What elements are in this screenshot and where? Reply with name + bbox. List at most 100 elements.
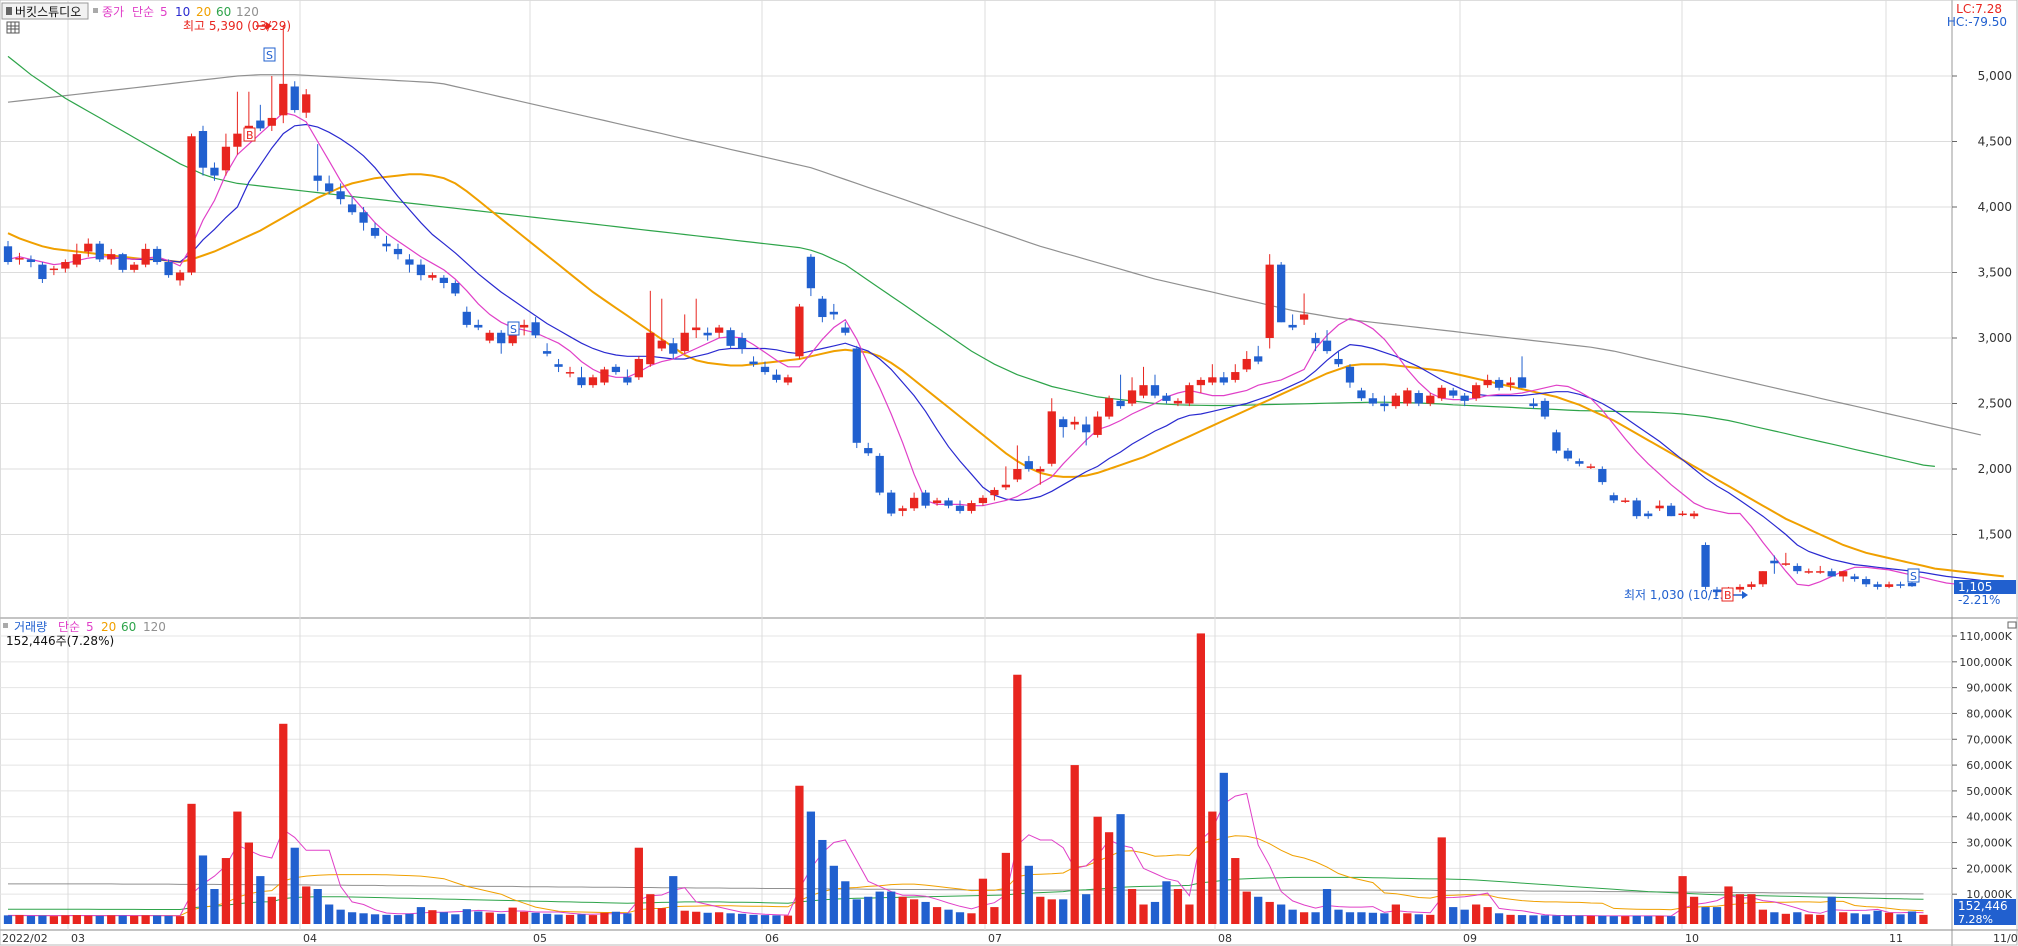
candle[interactable] (118, 252, 127, 273)
volume-bar[interactable] (497, 913, 506, 924)
volume-bar[interactable] (1793, 912, 1802, 924)
volume-bar[interactable] (279, 723, 288, 924)
volume-bar[interactable] (1196, 633, 1205, 924)
volume-bar[interactable] (84, 915, 93, 924)
volume-bar[interactable] (1689, 896, 1699, 924)
volume-bar[interactable] (1345, 912, 1355, 924)
volume-bar[interactable] (244, 842, 253, 924)
volume-bar[interactable] (795, 785, 804, 924)
volume-bar[interactable] (1563, 915, 1573, 924)
candle[interactable] (852, 345, 861, 449)
volume-bar[interactable] (95, 915, 104, 924)
sell-signal-icon[interactable]: S (1907, 568, 1920, 583)
sell-signal-icon[interactable]: S (263, 47, 276, 62)
volume-bar[interactable] (841, 881, 850, 924)
candle[interactable] (795, 303, 804, 359)
candle[interactable] (921, 489, 930, 509)
volume-bar[interactable] (405, 913, 414, 924)
volume-bar[interactable] (1735, 894, 1745, 924)
candle[interactable] (95, 241, 104, 263)
volume-bar[interactable] (1575, 915, 1584, 924)
volume-bar[interactable] (1254, 896, 1263, 924)
volume-bar[interactable] (1701, 907, 1710, 924)
volume-bar[interactable] (749, 914, 758, 924)
volume-bar[interactable] (1082, 894, 1091, 924)
volume-bar[interactable] (909, 899, 919, 924)
volume-bar[interactable] (554, 914, 563, 924)
volume-bar[interactable] (336, 909, 345, 924)
volume-bar[interactable] (1219, 772, 1228, 924)
volume-bar[interactable] (1334, 909, 1343, 924)
candle[interactable] (1552, 429, 1561, 454)
volume-bar[interactable] (1368, 912, 1378, 924)
volume-bar[interactable] (1116, 814, 1125, 924)
volume-bar[interactable] (921, 901, 930, 924)
volume-bar[interactable] (1609, 916, 1618, 924)
volume-bar[interactable] (38, 915, 47, 924)
volume-bar[interactable] (1162, 881, 1171, 924)
volume-bar[interactable] (313, 889, 322, 924)
volume-bar[interactable] (818, 839, 827, 924)
volume-bar[interactable] (141, 915, 150, 924)
volume-bar[interactable] (1414, 914, 1423, 924)
volume-bar[interactable] (1850, 913, 1859, 924)
volume-bar[interactable] (1816, 914, 1825, 924)
volume-bar[interactable] (1919, 914, 1928, 924)
volume-bar[interactable] (520, 911, 529, 924)
candle[interactable] (1598, 466, 1607, 485)
volume-bar[interactable] (1494, 913, 1504, 924)
volume-bar[interactable] (175, 916, 185, 924)
volume-bar[interactable] (1403, 913, 1412, 924)
volume-bar[interactable] (703, 912, 712, 924)
volume-bar[interactable] (15, 915, 24, 924)
candle[interactable] (726, 327, 735, 349)
buy-signal-icon[interactable]: B (1721, 587, 1734, 602)
volume-bar[interactable] (1827, 896, 1836, 924)
volume-bar[interactable] (416, 907, 426, 924)
volume-bar[interactable] (634, 847, 643, 924)
volume-bar[interactable] (3, 915, 13, 924)
candle[interactable] (600, 366, 609, 386)
volume-bar[interactable] (531, 912, 540, 924)
volume-bar[interactable] (428, 910, 437, 924)
volume-bar[interactable] (1655, 915, 1664, 924)
candle[interactable] (1104, 395, 1114, 420)
volume-bar[interactable] (1644, 916, 1653, 924)
volume-bar[interactable] (1598, 915, 1607, 924)
volume-bar[interactable] (130, 915, 139, 924)
volume-bar[interactable] (646, 894, 655, 924)
volume-bar[interactable] (1770, 912, 1779, 924)
stock-name[interactable]: 버킷스튜디오 (15, 5, 81, 19)
volume-bar[interactable] (485, 912, 494, 924)
volume-bar[interactable] (726, 913, 735, 924)
volume-bar[interactable] (462, 909, 471, 924)
volume-bar[interactable] (1621, 916, 1630, 924)
volume-bar[interactable] (439, 912, 448, 924)
volume-bar[interactable] (221, 858, 231, 924)
volume-bar[interactable] (1804, 914, 1813, 924)
volume-bar[interactable] (187, 803, 196, 924)
volume-bar[interactable] (1758, 909, 1768, 924)
volume-bar[interactable] (474, 911, 483, 924)
candle[interactable] (152, 246, 162, 265)
candle[interactable] (1265, 254, 1274, 349)
candle[interactable] (875, 453, 884, 496)
volume-bar[interactable] (887, 891, 896, 924)
sell-signal-icon[interactable]: S (507, 321, 520, 336)
volume-bar[interactable] (577, 914, 586, 924)
volume-bar[interactable] (864, 896, 873, 924)
volume-bar[interactable] (1093, 816, 1102, 924)
volume-bar[interactable] (370, 914, 380, 924)
volume-bar[interactable] (1047, 899, 1056, 924)
volume-bar[interactable] (508, 907, 517, 924)
volume-bar[interactable] (1552, 915, 1561, 924)
volume-bar[interactable] (565, 914, 575, 924)
volume-bar[interactable] (737, 913, 747, 924)
volume-bar[interactable] (382, 914, 391, 924)
volume-bar[interactable] (1059, 899, 1068, 924)
volume-bar[interactable] (302, 886, 311, 924)
volume-bar[interactable] (978, 878, 988, 924)
volume-bar[interactable] (944, 909, 953, 924)
volume-bar[interactable] (669, 876, 678, 924)
volume-bar[interactable] (1632, 915, 1641, 924)
